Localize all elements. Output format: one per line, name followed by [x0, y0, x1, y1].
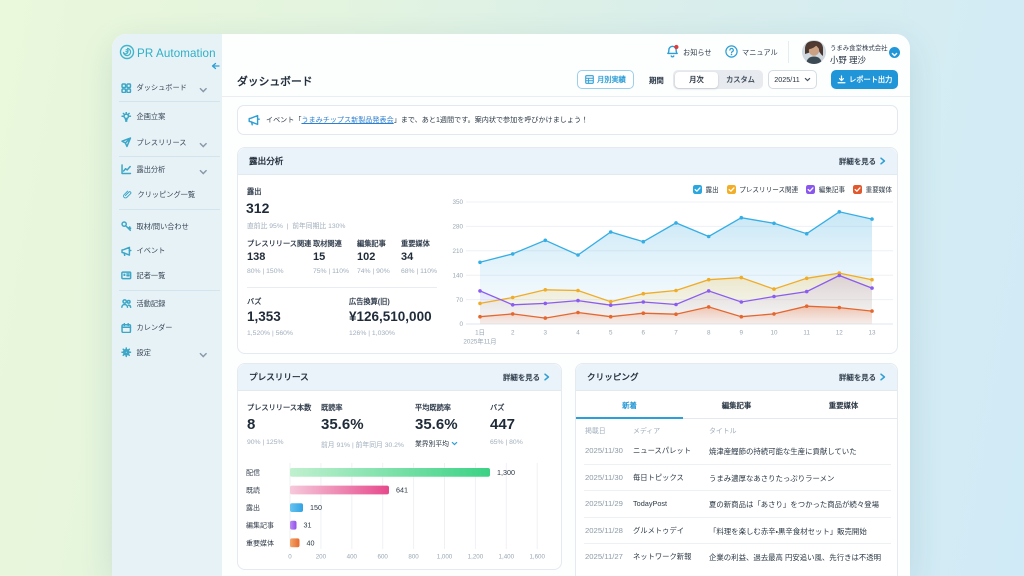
svg-text:配信: 配信	[246, 468, 260, 477]
svg-text:1,300: 1,300	[497, 468, 515, 477]
svg-text:31: 31	[304, 521, 312, 530]
svg-text:4: 4	[576, 330, 580, 337]
svg-text:10: 10	[770, 330, 778, 337]
svg-text:露出: 露出	[246, 503, 260, 512]
svg-text:641: 641	[396, 486, 408, 495]
svg-text:13: 13	[868, 330, 876, 337]
svg-text:400: 400	[347, 554, 358, 561]
svg-text:600: 600	[378, 554, 389, 561]
svg-text:1,000: 1,000	[437, 554, 453, 561]
svg-text:編集記事: 編集記事	[246, 521, 274, 530]
svg-text:1日: 1日	[475, 329, 485, 337]
svg-text:2: 2	[511, 330, 515, 337]
svg-text:350: 350	[452, 199, 463, 206]
svg-text:既読: 既読	[246, 486, 260, 495]
svg-text:140: 140	[452, 272, 463, 279]
svg-text:1,400: 1,400	[499, 554, 515, 561]
svg-text:800: 800	[408, 554, 419, 561]
svg-text:0: 0	[288, 554, 292, 561]
svg-text:6: 6	[642, 330, 646, 337]
svg-text:11: 11	[803, 330, 810, 337]
svg-text:12: 12	[836, 330, 844, 337]
svg-text:2025年11月: 2025年11月	[463, 337, 496, 346]
svg-text:200: 200	[316, 554, 327, 561]
svg-text:3: 3	[544, 330, 548, 337]
svg-text:40: 40	[307, 538, 315, 547]
svg-text:重要媒体: 重要媒体	[246, 538, 274, 547]
svg-text:8: 8	[707, 330, 711, 337]
svg-text:70: 70	[456, 297, 464, 304]
svg-text:210: 210	[452, 248, 463, 255]
svg-text:280: 280	[452, 224, 463, 231]
svg-text:5: 5	[609, 330, 613, 337]
svg-text:1,200: 1,200	[468, 554, 484, 561]
svg-text:7: 7	[674, 330, 678, 337]
svg-text:0: 0	[459, 321, 463, 328]
svg-text:1,600: 1,600	[529, 554, 545, 561]
svg-text:150: 150	[310, 503, 322, 512]
svg-text:9: 9	[740, 330, 744, 337]
